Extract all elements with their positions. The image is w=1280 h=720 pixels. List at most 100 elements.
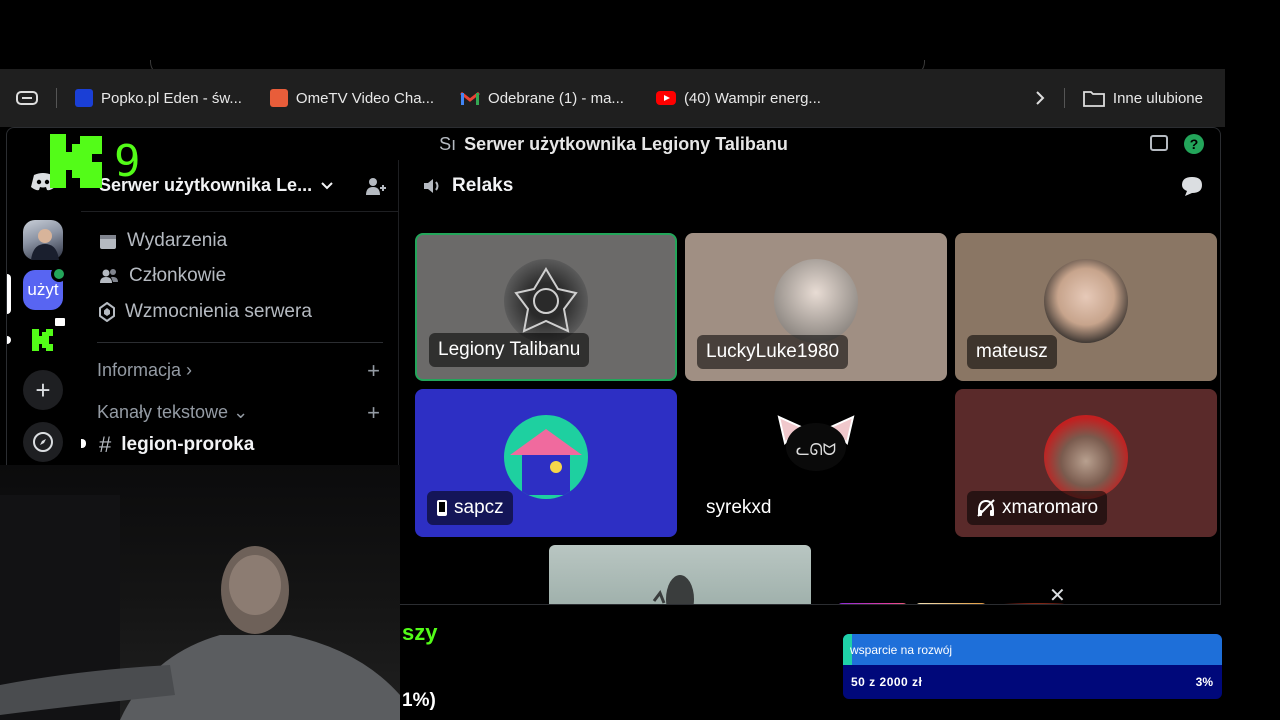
- invite-people-icon[interactable]: [365, 176, 387, 196]
- participant-tile[interactable]: LuckyLuke1980: [685, 233, 947, 381]
- nav-label: Wzmocnienia serwera: [125, 301, 312, 322]
- participant-tile[interactable]: Legiony Talibanu: [415, 233, 677, 381]
- avatar: [1044, 259, 1128, 343]
- avatar: [504, 259, 588, 343]
- nav-label: Członkowie: [129, 265, 227, 286]
- donation-goal-label: wsparcie na rozwój: [850, 643, 953, 657]
- donation-goal-progress: 50 z 2000 zł: [851, 675, 923, 689]
- streamer-silhouette-icon: [0, 495, 400, 720]
- participant-tile[interactable]: mateusz: [955, 233, 1217, 381]
- name-text: sapcz: [454, 497, 504, 518]
- donation-goal-widget: wsparcie na rozwój 50 z 2000 zł 3%: [843, 634, 1222, 699]
- add-channel-button[interactable]: +: [367, 400, 380, 426]
- participant-tile[interactable]: sapcz: [415, 389, 677, 537]
- add-channel-button[interactable]: +: [367, 358, 380, 384]
- tab-search-button[interactable]: [0, 83, 50, 113]
- unread-dot: [81, 439, 86, 448]
- name-text: syrekxd: [706, 497, 772, 518]
- hash-icon: #: [99, 432, 112, 457]
- bookmark-popko[interactable]: Popko.pl Eden - św...: [63, 83, 254, 113]
- name-text: mateusz: [976, 341, 1048, 362]
- calendar-icon: [100, 235, 116, 249]
- nav-label: Wydarzenia: [127, 230, 228, 251]
- inbox-icon[interactable]: [1150, 135, 1168, 151]
- participant-name: syrekxd: [697, 491, 780, 525]
- stream-text-fragment: 1%): [402, 690, 436, 711]
- tab-search-icon: [16, 91, 38, 105]
- avatar: [774, 259, 858, 343]
- bookmark-label: Odebrane (1) - ma...: [488, 89, 624, 107]
- discover-button[interactable]: [23, 422, 63, 462]
- activity-thumbnail[interactable]: [837, 603, 908, 604]
- name-text: LuckyLuke1980: [706, 341, 840, 362]
- avatar: [504, 415, 588, 499]
- webcam-overlay: [0, 465, 400, 720]
- participant-tile[interactable]: ᓚᘏᗢ syrekxd: [685, 389, 947, 537]
- ometv-favicon: [269, 89, 288, 107]
- bookmark-ometv[interactable]: OmeTV Video Cha...: [258, 83, 446, 113]
- kick-stream-logo: [48, 132, 104, 195]
- category-text-channels[interactable]: Kanały tekstowe ⌄: [97, 402, 248, 423]
- bookmark-gmail[interactable]: Odebrane (1) - ma...: [448, 83, 636, 113]
- person-photo-icon: [31, 229, 59, 260]
- chevron-right-icon: [1036, 91, 1045, 105]
- participant-name: Legiony Talibanu: [429, 333, 590, 367]
- folder-icon: [1083, 91, 1105, 107]
- help-icon[interactable]: ?: [1184, 134, 1204, 154]
- participant-name: sapcz: [427, 491, 513, 525]
- nav-boosts[interactable]: Wzmocnienia serwera: [99, 301, 312, 323]
- kick-k-icon: [50, 134, 102, 188]
- nav-members[interactable]: Członkowie: [99, 265, 226, 287]
- add-server-button[interactable]: +: [23, 370, 63, 410]
- stream-logo-number: 9: [114, 136, 141, 187]
- cat-ears-avatar-icon: ᓚᘏᗢ: [777, 415, 855, 471]
- name-text: xmaromaro: [1002, 497, 1099, 518]
- bookmarks-bar: Popko.pl Eden - św... OmeTV Video Cha...…: [0, 69, 1225, 127]
- participant-name: LuckyLuke1980: [697, 335, 849, 369]
- phone-icon: [437, 500, 447, 516]
- category-info[interactable]: Informacja ›: [97, 360, 192, 381]
- boost-icon: [99, 302, 115, 322]
- divider: [97, 342, 383, 343]
- popko-favicon: [75, 89, 93, 107]
- voice-channel-name: Relaks: [452, 175, 514, 196]
- server-icon-label: użyt: [27, 280, 59, 299]
- channel-name: legion-proroka: [121, 434, 255, 455]
- divider: [56, 88, 57, 108]
- emblem-icon: [514, 267, 578, 333]
- notification-icon: [53, 316, 67, 328]
- server-icon-uzyt[interactable]: użyt: [23, 266, 67, 310]
- stream-text-fragment: szy: [402, 620, 438, 645]
- channel-legion-proroka[interactable]: # legion-proroka: [99, 432, 254, 458]
- server-icon-kick[interactable]: [23, 316, 67, 360]
- chat-icon[interactable]: [1180, 175, 1204, 197]
- voice-channel-header: Relaks: [400, 160, 1220, 212]
- activity-thumbnail[interactable]: [915, 603, 987, 604]
- window-title-prefix: Sı: [439, 133, 457, 154]
- compass-icon: [33, 432, 53, 452]
- silhouette-icon: [652, 575, 694, 604]
- window-title: Serwer użytkownika Legiony Talibanu: [464, 133, 788, 154]
- voice-active-icon: [51, 266, 67, 282]
- bookmarks-overflow-button[interactable]: [1022, 83, 1058, 113]
- selected-server-pill: [7, 274, 11, 314]
- bookmark-youtube[interactable]: (40) Wampir energ...: [644, 83, 833, 113]
- activity-tile[interactable]: [549, 545, 811, 604]
- house-avatar-icon: [510, 429, 582, 495]
- window-titlebar: Sı Serwer użytkownika Legiony Talibanu ?: [7, 128, 1220, 160]
- bookmark-label: OmeTV Video Cha...: [295, 89, 435, 107]
- chevron-down-icon: [321, 181, 333, 189]
- unread-pill: [7, 336, 11, 344]
- close-activities-button[interactable]: ✕: [1049, 583, 1066, 604]
- deafened-icon: [977, 499, 995, 517]
- members-icon: [100, 269, 118, 283]
- kick-logo-icon: [32, 329, 53, 351]
- other-bookmarks-button[interactable]: Inne ulubione: [1071, 83, 1225, 113]
- server-icon-photo[interactable]: [23, 220, 63, 260]
- divider: [1063, 88, 1065, 108]
- bookmark-label: (40) Wampir energ...: [683, 89, 821, 107]
- participant-tile[interactable]: xmaromaro: [955, 389, 1217, 537]
- svg-text:ᓚᘏᗢ: ᓚᘏᗢ: [796, 440, 836, 459]
- nav-events[interactable]: Wydarzenia: [99, 230, 227, 252]
- avatar: [1044, 415, 1128, 499]
